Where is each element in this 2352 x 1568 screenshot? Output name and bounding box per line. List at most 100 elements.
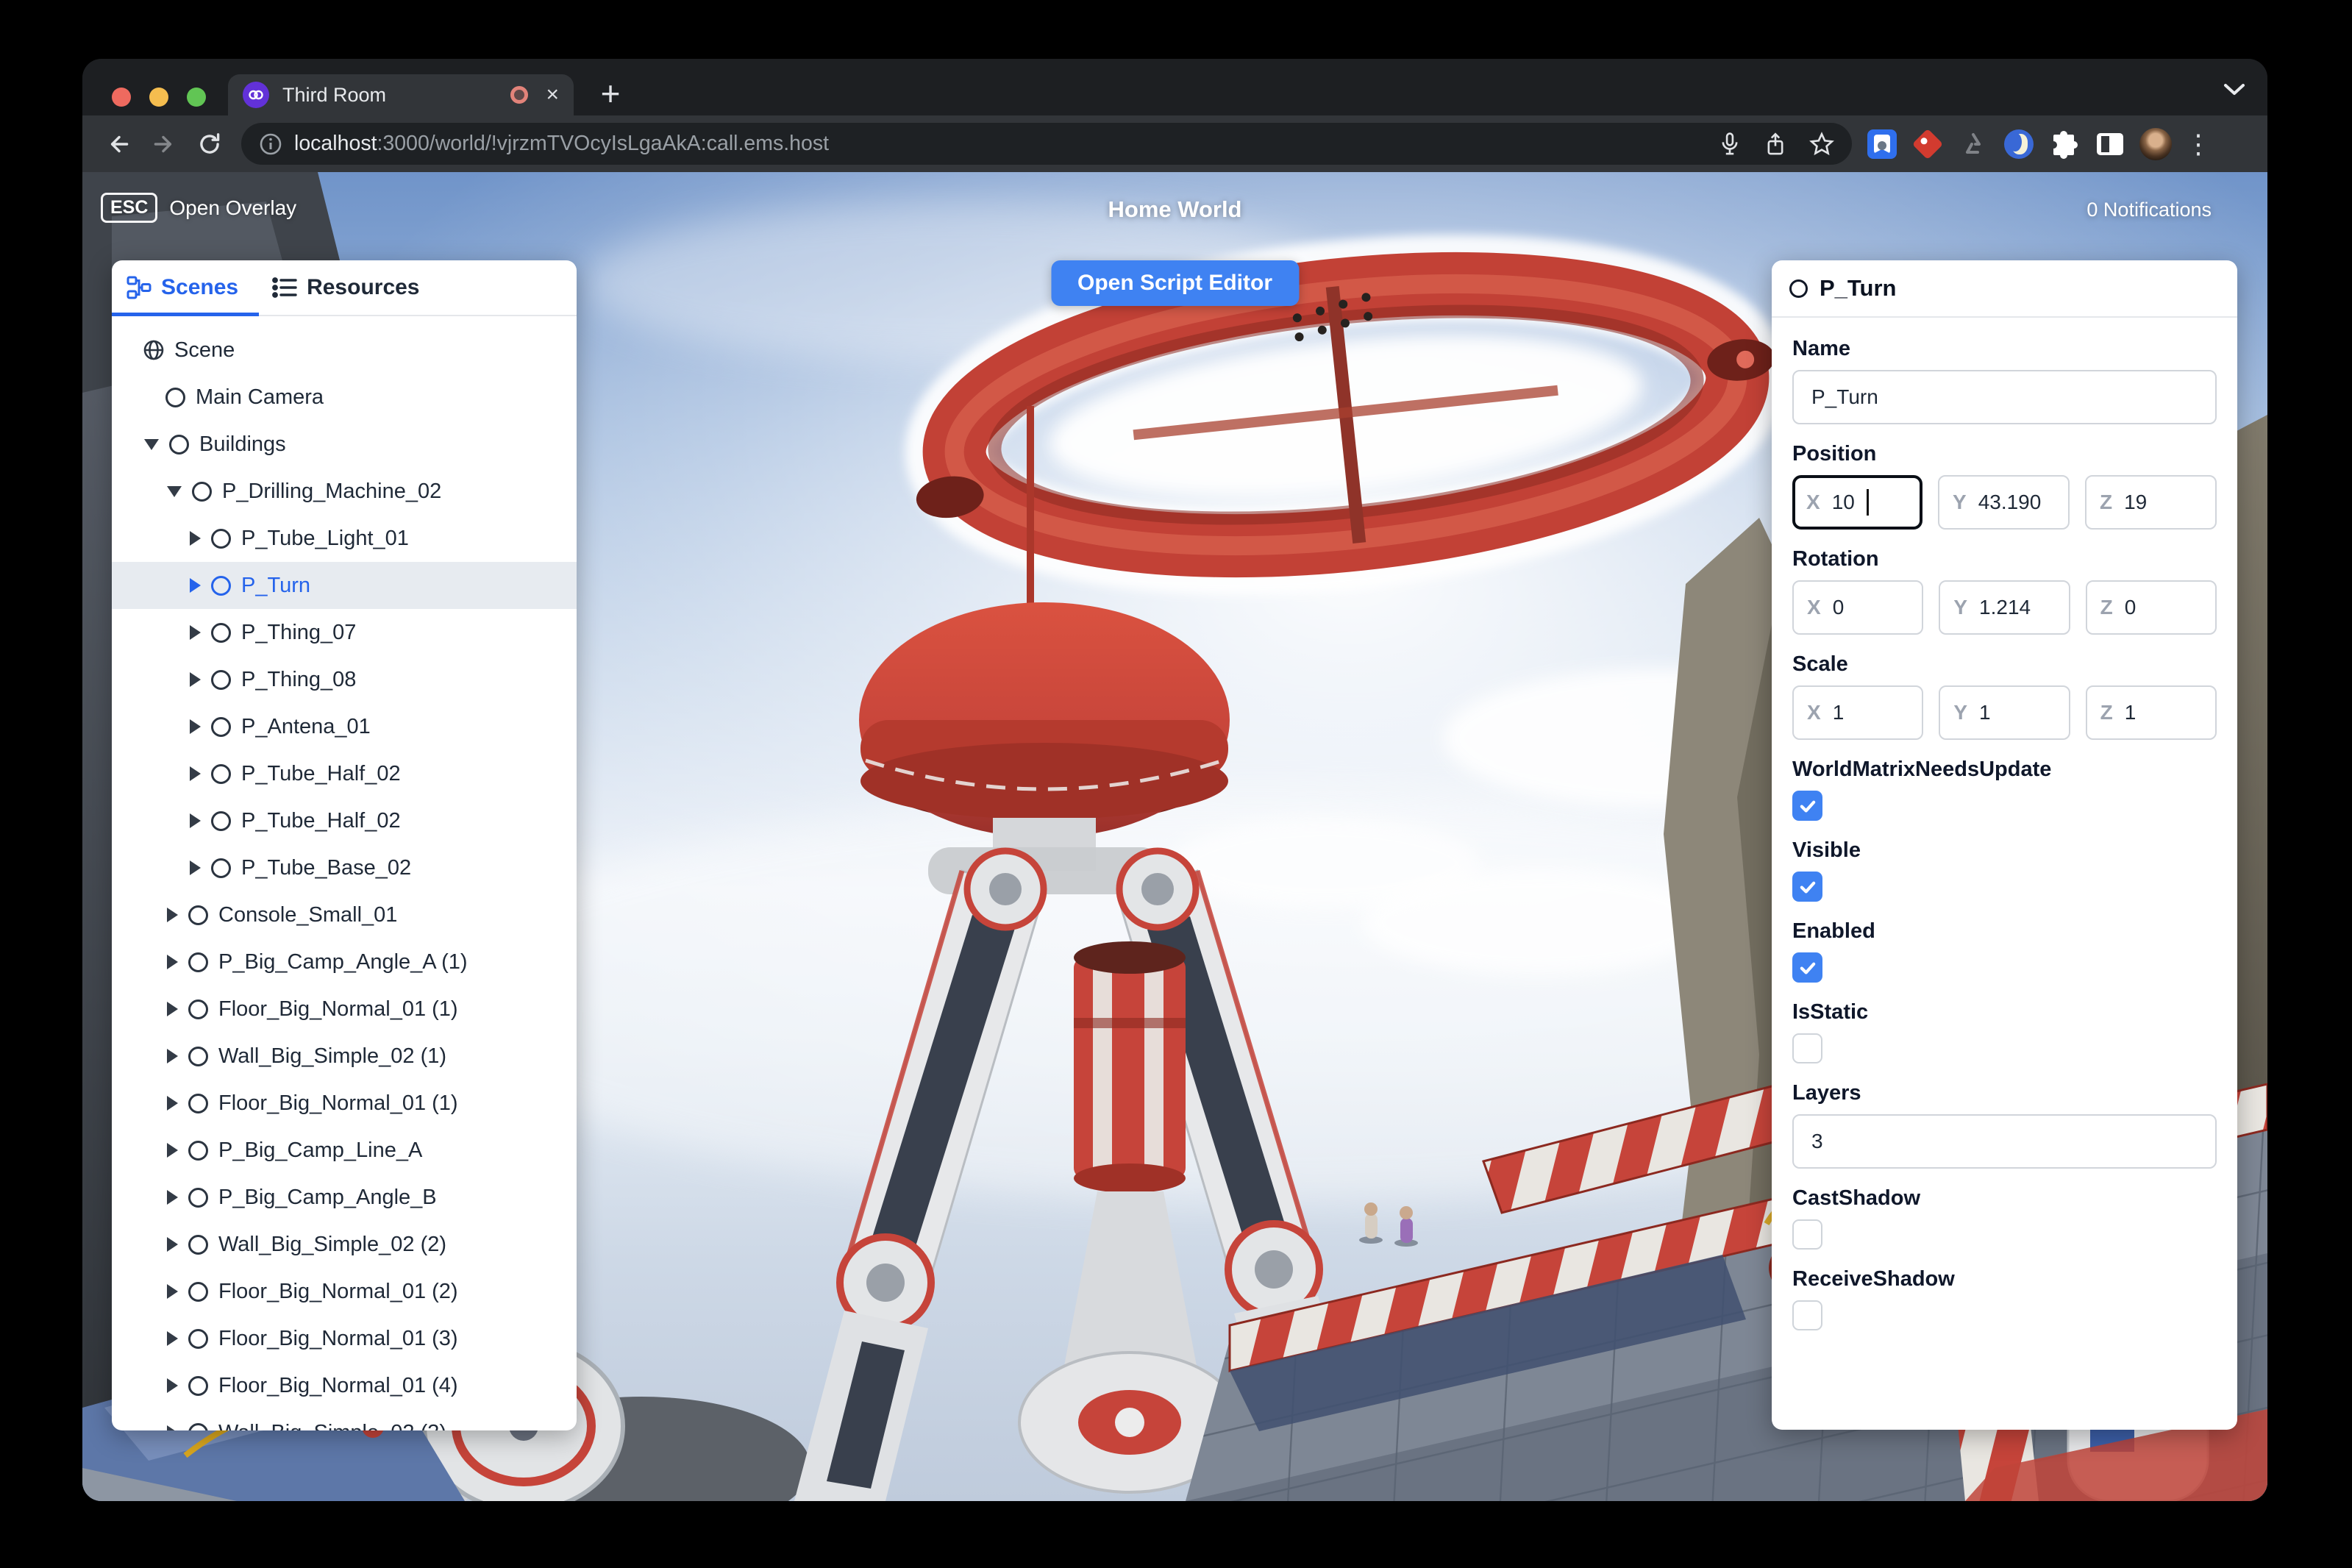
tree-item-p-big-camp-angle-a-1[interactable]: P_Big_Camp_Angle_A (1) — [112, 938, 577, 986]
tree-item-p-tube-half-02[interactable]: P_Tube_Half_02 — [112, 797, 577, 844]
red-diamond-extension-icon[interactable] — [1905, 122, 1950, 166]
visible-checkbox[interactable] — [1792, 872, 1822, 902]
tree-item-scene[interactable]: Scene — [112, 327, 577, 374]
entity-icon — [188, 1375, 208, 1396]
tree-item-floor-big-normal-01-1[interactable]: Floor_Big_Normal_01 (1) — [112, 986, 577, 1033]
recycle-extension-icon[interactable] — [1950, 122, 1996, 166]
tree-item-p-thing-08[interactable]: P_Thing_08 — [112, 656, 577, 703]
tree-item-p-tube-light-01[interactable]: P_Tube_Light_01 — [112, 515, 577, 562]
tree-item-floor-big-normal-01-1[interactable]: Floor_Big_Normal_01 (1) — [112, 1080, 577, 1127]
tree-item-label: Main Camera — [196, 385, 324, 409]
entity-icon — [188, 1046, 208, 1066]
rotation-y-input[interactable]: Y 1.214 — [1939, 580, 2070, 635]
minimize-window-button[interactable] — [149, 88, 168, 107]
url-text[interactable]: localhost:3000/world/!vjrzmTVOcyIsLgaAkA… — [294, 132, 1696, 156]
castshadow-checkbox[interactable] — [1792, 1219, 1822, 1250]
chevron-right-icon[interactable] — [190, 766, 201, 781]
chevron-right-icon[interactable] — [190, 672, 201, 687]
tab-scenes[interactable]: Scenes — [112, 260, 260, 316]
tree-item-label: Floor_Big_Normal_01 (2) — [218, 1279, 458, 1303]
back-button[interactable] — [96, 122, 141, 166]
layers-input[interactable]: 3 — [1792, 1114, 2217, 1169]
tab-resources[interactable]: Resources — [272, 260, 420, 315]
chevron-right-icon[interactable] — [190, 625, 201, 640]
enabled-checkbox[interactable] — [1792, 952, 1822, 983]
tab-title: Third Room — [282, 83, 387, 106]
open-script-editor-button[interactable]: Open Script Editor — [1050, 260, 1300, 306]
tree-item-p-thing-07[interactable]: P_Thing_07 — [112, 609, 577, 656]
tree-item-console-small-01[interactable]: Console_Small_01 — [112, 891, 577, 938]
entity-icon — [1789, 279, 1808, 298]
position-x-input[interactable]: X 10 — [1792, 475, 1922, 530]
rotation-z-input[interactable]: Z0 — [2085, 580, 2217, 635]
chevron-right-icon[interactable] — [190, 578, 201, 593]
tree-item-floor-big-normal-01-3[interactable]: Floor_Big_Normal_01 (3) — [112, 1315, 577, 1362]
chevron-right-icon[interactable] — [167, 1237, 178, 1252]
chevron-right-icon[interactable] — [167, 1284, 178, 1299]
chevron-right-icon[interactable] — [190, 719, 201, 734]
sidebar-toggle-icon[interactable] — [2087, 122, 2133, 166]
chevron-down-icon[interactable] — [144, 438, 159, 450]
name-input[interactable]: P_Turn — [1792, 370, 2217, 424]
chevron-right-icon[interactable] — [167, 1331, 178, 1346]
chevron-right-icon[interactable] — [190, 860, 201, 875]
chevron-right-icon[interactable] — [167, 1096, 178, 1111]
chevron-right-icon[interactable] — [167, 955, 178, 969]
chevron-right-icon[interactable] — [167, 1378, 178, 1393]
tree-item-label: Scene — [174, 338, 235, 362]
tree-item-main-camera[interactable]: Main Camera — [112, 374, 577, 421]
tree-item-p-turn[interactable]: P_Turn — [112, 562, 577, 609]
receiveshadow-checkbox[interactable] — [1792, 1300, 1822, 1330]
tab-search-chevron-icon[interactable] — [2223, 82, 2245, 99]
position-z-input[interactable]: Z 19 — [2085, 475, 2217, 530]
rotation-x-input[interactable]: X0 — [1792, 580, 1924, 635]
chevron-right-icon[interactable] — [190, 531, 201, 546]
tree-item-wall-big-simple-02-1[interactable]: Wall_Big_Simple_02 (1) — [112, 1033, 577, 1080]
password-manager-extension-icon[interactable] — [1859, 122, 1905, 166]
zoom-window-button[interactable] — [187, 88, 206, 107]
chevron-right-icon[interactable] — [167, 1143, 178, 1158]
bookmark-star-icon[interactable] — [1809, 131, 1834, 157]
chevron-right-icon[interactable] — [167, 908, 178, 922]
entity-icon — [188, 1328, 208, 1349]
avatar[interactable] — [2133, 122, 2178, 166]
puzzle-extensions-icon[interactable] — [2042, 122, 2087, 166]
isstatic-checkbox[interactable] — [1792, 1033, 1822, 1063]
chevron-right-icon[interactable] — [190, 813, 201, 828]
globe-icon — [143, 340, 164, 360]
new-tab-button[interactable]: + — [591, 75, 630, 113]
tree-item-p-antena-01[interactable]: P_Antena_01 — [112, 703, 577, 750]
tree-item-p-drilling-machine-02[interactable]: P_Drilling_Machine_02 — [112, 468, 577, 515]
tab-close-icon[interactable]: × — [546, 84, 559, 106]
tab-third-room[interactable]: Third Room × — [228, 74, 574, 115]
scale-y-input[interactable]: Y1 — [1939, 685, 2070, 740]
info-icon[interactable] — [259, 132, 282, 156]
tree-item-floor-big-normal-01-4[interactable]: Floor_Big_Normal_01 (4) — [112, 1362, 577, 1409]
scale-x-input[interactable]: X1 — [1792, 685, 1924, 740]
chevron-right-icon[interactable] — [167, 1190, 178, 1205]
chevron-right-icon[interactable] — [167, 1425, 178, 1430]
forward-button[interactable] — [141, 122, 187, 166]
tree-item-p-big-camp-angle-b[interactable]: P_Big_Camp_Angle_B — [112, 1174, 577, 1221]
position-y-input[interactable]: Y 43.190 — [1938, 475, 2070, 530]
close-window-button[interactable] — [112, 88, 131, 107]
browser-menu-icon[interactable]: ⋮ — [2178, 129, 2218, 160]
tree-item-wall-big-simple-02-2[interactable]: Wall_Big_Simple_02 (2) — [112, 1221, 577, 1268]
share-icon[interactable] — [1764, 132, 1787, 157]
worldmatrixneedsupdate-checkbox[interactable] — [1792, 791, 1822, 821]
tree-item-wall-big-simple-02-3[interactable]: Wall_Big_Simple_02 (3) — [112, 1409, 577, 1430]
address-bar[interactable]: localhost:3000/world/!vjrzmTVOcyIsLgaAkA… — [241, 123, 1852, 165]
tree-item-buildings[interactable]: Buildings — [112, 421, 577, 468]
tree-item-p-big-camp-line-a[interactable]: P_Big_Camp_Line_A — [112, 1127, 577, 1174]
tree-item-p-tube-half-02[interactable]: P_Tube_Half_02 — [112, 750, 577, 797]
3d-viewport[interactable]: ESC Open Overlay Home World 0 Notificati… — [82, 172, 2267, 1501]
chevron-down-icon[interactable] — [167, 485, 182, 497]
reload-button[interactable] — [187, 122, 232, 166]
tree-item-p-tube-base-02[interactable]: P_Tube_Base_02 — [112, 844, 577, 891]
microphone-icon[interactable] — [1718, 132, 1742, 157]
night-mode-extension-icon[interactable] — [1996, 122, 2042, 166]
scale-z-input[interactable]: Z1 — [2085, 685, 2217, 740]
tree-item-floor-big-normal-01-2[interactable]: Floor_Big_Normal_01 (2) — [112, 1268, 577, 1315]
chevron-right-icon[interactable] — [167, 1002, 178, 1016]
chevron-right-icon[interactable] — [167, 1049, 178, 1063]
